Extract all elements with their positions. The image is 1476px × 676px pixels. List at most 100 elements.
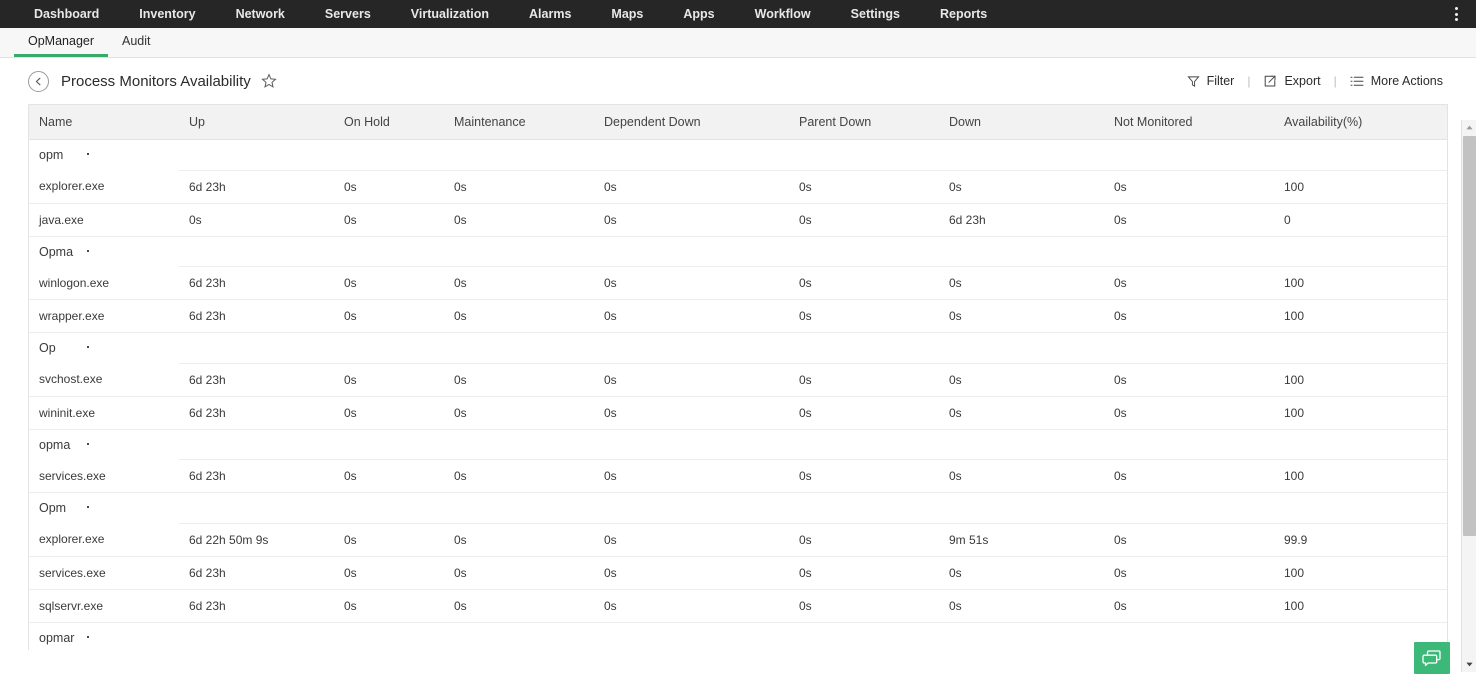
table-row[interactable]: java.exe0s0s0s0s0s6d 23h0s0 xyxy=(29,203,1448,236)
export-label: Export xyxy=(1284,74,1320,88)
process-name-cell: services.exe xyxy=(29,460,179,493)
topnav-item-maps[interactable]: Maps xyxy=(591,0,663,28)
filter-label: Filter xyxy=(1207,74,1235,88)
topnav-item-inventory[interactable]: Inventory xyxy=(119,0,215,28)
device-group-row[interactable]: opm xyxy=(29,140,1448,171)
topnav-item-apps[interactable]: Apps xyxy=(663,0,734,28)
metric-cell: 0s xyxy=(179,203,334,236)
kebab-dot xyxy=(1455,13,1458,16)
metric-cell: 6d 23h xyxy=(179,170,334,203)
page-actions: Filter | Export | More Actions xyxy=(1176,74,1454,88)
column-header-maintenance[interactable]: Maintenance xyxy=(444,105,594,140)
device-group-name: Op xyxy=(29,333,179,364)
topnav-item-alarms[interactable]: Alarms xyxy=(509,0,591,28)
column-header-name[interactable]: Name xyxy=(29,105,179,140)
chevron-left-icon xyxy=(34,77,43,86)
table-row[interactable]: services.exe6d 23h0s0s0s0s0s0s100 xyxy=(29,556,1448,589)
back-button[interactable] xyxy=(28,71,49,92)
scroll-down-arrow-icon[interactable] xyxy=(1462,657,1476,672)
column-header-up[interactable]: Up xyxy=(179,105,334,140)
tab-audit[interactable]: Audit xyxy=(108,35,165,58)
device-group-empty-cell xyxy=(444,236,594,267)
table-row[interactable]: services.exe6d 23h0s0s0s0s0s0s100 xyxy=(29,460,1448,493)
redaction-dot xyxy=(87,153,89,155)
process-name-cell: wininit.exe xyxy=(29,396,179,429)
metric-cell: 0s xyxy=(939,396,1104,429)
column-header-dependent-down[interactable]: Dependent Down xyxy=(594,105,789,140)
topnav-item-workflow[interactable]: Workflow xyxy=(735,0,831,28)
table-row[interactable]: wrapper.exe6d 23h0s0s0s0s0s0s100 xyxy=(29,300,1448,333)
column-header-availability[interactable]: Availability(%) xyxy=(1274,105,1448,140)
metric-cell: 0s xyxy=(1104,460,1274,493)
device-group-row[interactable]: Op xyxy=(29,333,1448,364)
column-header-not-monitored[interactable]: Not Monitored xyxy=(1104,105,1274,140)
metric-cell: 0s xyxy=(789,203,939,236)
topnav-item-network[interactable]: Network xyxy=(216,0,305,28)
metric-cell: 0s xyxy=(444,396,594,429)
device-group-empty-cell xyxy=(1104,236,1274,267)
kebab-menu-icon[interactable] xyxy=(1446,0,1466,28)
table-row[interactable]: sqlservr.exe6d 23h0s0s0s0s0s0s100 xyxy=(29,589,1448,622)
device-group-empty-cell xyxy=(594,622,789,650)
process-name-cell: svchost.exe xyxy=(29,363,179,396)
device-group-empty-cell xyxy=(939,622,1104,650)
topnav-item-virtualization[interactable]: Virtualization xyxy=(391,0,509,28)
metric-cell: 0s xyxy=(939,170,1104,203)
tab-opmanager[interactable]: OpManager xyxy=(14,35,108,58)
device-group-row[interactable]: opmar xyxy=(29,622,1448,650)
metric-cell: 0s xyxy=(444,363,594,396)
metric-cell: 0s xyxy=(594,300,789,333)
metric-cell: 0s xyxy=(334,523,444,556)
metric-cell: 100 xyxy=(1274,300,1448,333)
device-group-row[interactable]: Opma xyxy=(29,236,1448,267)
export-button[interactable]: Export xyxy=(1252,74,1331,88)
table-header: NameUpOn HoldMaintenanceDependent DownPa… xyxy=(29,105,1448,140)
table-row[interactable]: svchost.exe6d 23h0s0s0s0s0s0s100 xyxy=(29,363,1448,396)
device-group-empty-cell xyxy=(594,333,789,364)
metric-cell: 0s xyxy=(594,203,789,236)
scroll-up-arrow-icon[interactable] xyxy=(1462,120,1476,135)
export-icon xyxy=(1263,74,1277,88)
metric-cell: 100 xyxy=(1274,267,1448,300)
filter-button[interactable]: Filter xyxy=(1176,74,1246,88)
table-row[interactable]: explorer.exe6d 23h0s0s0s0s0s0s100 xyxy=(29,170,1448,203)
availability-table-container: NameUpOn HoldMaintenanceDependent DownPa… xyxy=(28,104,1448,650)
metric-cell: 0 xyxy=(1274,203,1448,236)
device-group-empty-cell xyxy=(1274,236,1448,267)
scrollbar-thumb[interactable] xyxy=(1463,136,1476,536)
vertical-scrollbar[interactable] xyxy=(1461,120,1476,672)
column-header-on-hold[interactable]: On Hold xyxy=(334,105,444,140)
device-group-empty-cell xyxy=(334,429,444,460)
topnav-item-servers[interactable]: Servers xyxy=(305,0,391,28)
topnav-item-dashboard[interactable]: Dashboard xyxy=(14,0,119,28)
device-group-empty-cell xyxy=(1274,429,1448,460)
favorite-star-button[interactable] xyxy=(261,73,277,89)
device-group-empty-cell xyxy=(939,236,1104,267)
chat-support-button[interactable] xyxy=(1414,642,1450,674)
device-group-row[interactable]: opma xyxy=(29,429,1448,460)
kebab-dot xyxy=(1455,7,1458,10)
table-row[interactable]: wininit.exe6d 23h0s0s0s0s0s0s100 xyxy=(29,396,1448,429)
metric-cell: 0s xyxy=(939,589,1104,622)
device-group-empty-cell xyxy=(444,429,594,460)
device-group-empty-cell xyxy=(179,333,334,364)
device-group-name-text: opmar xyxy=(39,631,74,645)
more-actions-button[interactable]: More Actions xyxy=(1339,74,1454,88)
topnav-item-reports[interactable]: Reports xyxy=(920,0,1007,28)
device-group-empty-cell xyxy=(939,493,1104,524)
device-group-empty-cell xyxy=(1274,333,1448,364)
device-group-empty-cell xyxy=(179,429,334,460)
topnav-item-settings[interactable]: Settings xyxy=(831,0,920,28)
table-row[interactable]: winlogon.exe6d 23h0s0s0s0s0s0s100 xyxy=(29,267,1448,300)
action-separator: | xyxy=(1332,74,1339,88)
column-header-down[interactable]: Down xyxy=(939,105,1104,140)
metric-cell: 6d 23h xyxy=(179,460,334,493)
metric-cell: 0s xyxy=(1104,363,1274,396)
column-header-parent-down[interactable]: Parent Down xyxy=(789,105,939,140)
scroll-up-arrow-glyph xyxy=(1466,125,1473,130)
sub-tab-bar: OpManagerAudit xyxy=(0,28,1476,58)
device-group-row[interactable]: Opm xyxy=(29,493,1448,524)
table-row[interactable]: explorer.exe6d 22h 50m 9s0s0s0s0s9m 51s0… xyxy=(29,523,1448,556)
metric-cell: 0s xyxy=(334,460,444,493)
list-icon xyxy=(1350,75,1364,88)
